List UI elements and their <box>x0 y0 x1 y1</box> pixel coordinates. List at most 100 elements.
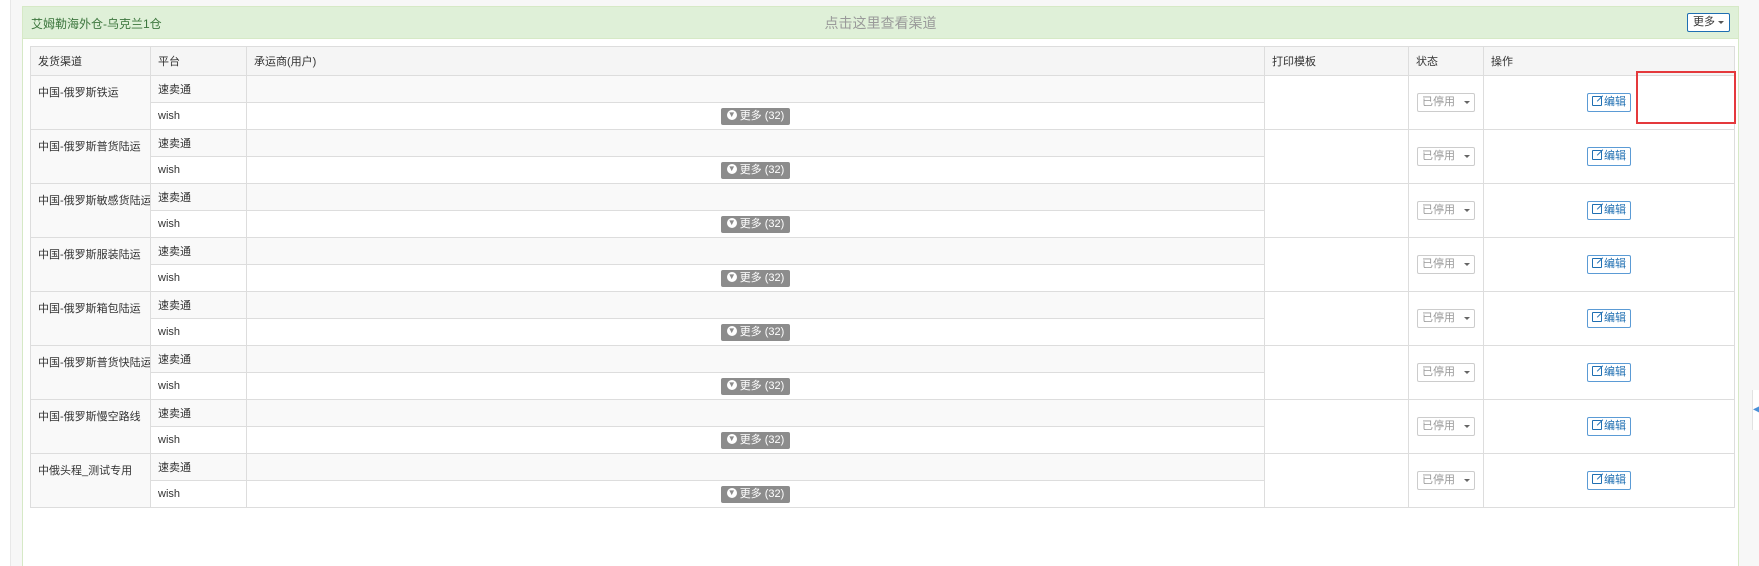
status-dropdown[interactable]: 已停用 <box>1417 417 1475 436</box>
status-dropdown[interactable]: 已停用 <box>1417 363 1475 382</box>
status-dropdown[interactable]: 已停用 <box>1417 93 1475 112</box>
edit-button[interactable]: 编辑 <box>1587 363 1631 382</box>
action-cell: 编辑 <box>1483 183 1735 238</box>
table-row: 中国-俄罗斯铁运 速卖通 已停用 编辑 <box>30 75 1735 130</box>
platform-cell: 速卖通 <box>150 345 247 373</box>
edit-label: 编辑 <box>1604 96 1626 108</box>
expand-more-label: 更多 (32) <box>739 325 785 338</box>
expand-more-label: 更多 (32) <box>739 109 785 122</box>
edit-button[interactable]: 编辑 <box>1587 471 1631 490</box>
carrier-cell: ▼ 更多 (32) <box>246 426 1265 454</box>
caret-down-icon <box>1464 371 1470 374</box>
expand-more-button[interactable]: ▼ 更多 (32) <box>720 377 791 395</box>
more-dropdown-button[interactable]: 更多 <box>1687 13 1730 32</box>
edit-icon <box>1592 366 1602 377</box>
view-channels-link[interactable]: 点击这里查看渠道 <box>23 13 1738 33</box>
panel-header: 艾姆勒海外仓-乌克兰1仓 点击这里查看渠道 更多 <box>23 7 1738 39</box>
caret-down-icon <box>1464 101 1470 104</box>
platform-cell: 速卖通 <box>150 399 247 427</box>
expand-more-button[interactable]: ▼ 更多 (32) <box>720 269 791 287</box>
action-cell: 编辑 <box>1483 129 1735 184</box>
carrier-cell <box>246 399 1265 427</box>
carrier-cell <box>246 291 1265 319</box>
expand-more-button[interactable]: ▼ 更多 (32) <box>720 431 791 449</box>
platform-cell: 速卖通 <box>150 291 247 319</box>
edit-icon <box>1592 312 1602 323</box>
status-label: 已停用 <box>1422 204 1455 216</box>
carrier-cell: ▼ 更多 (32) <box>246 264 1265 292</box>
carrier-cell: ▼ 更多 (32) <box>246 318 1265 346</box>
edit-button[interactable]: 编辑 <box>1587 93 1631 112</box>
platform-cell: wish <box>150 426 247 454</box>
more-label: 更多 <box>1693 16 1715 28</box>
channel-name: 中国-俄罗斯铁运 <box>30 75 151 130</box>
edit-button[interactable]: 编辑 <box>1587 147 1631 166</box>
carrier-cell <box>246 183 1265 211</box>
table-header-row: 发货渠道 平台 承运商(用户) 打印模板 状态 操作 <box>30 46 1735 76</box>
channel-name: 中俄头程_测试专用 <box>30 453 151 508</box>
expand-more-label: 更多 (32) <box>739 163 785 176</box>
table-row: 中国-俄罗斯普货快陆运 速卖通 已停用 编辑 <box>30 345 1735 400</box>
table-row: 中俄头程_测试专用 速卖通 已停用 编辑 <box>30 453 1735 508</box>
edit-button[interactable]: 编辑 <box>1587 309 1631 328</box>
carrier-cell <box>246 75 1265 103</box>
channel-name: 中国-俄罗斯服装陆运 <box>30 237 151 292</box>
carrier-cell: ▼ 更多 (32) <box>246 102 1265 130</box>
platform-cell: 速卖通 <box>150 75 247 103</box>
table-row: 中国-俄罗斯箱包陆运 速卖通 已停用 编辑 <box>30 291 1735 346</box>
carrier-cell: ▼ 更多 (32) <box>246 210 1265 238</box>
edit-label: 编辑 <box>1604 474 1626 486</box>
carrier-cell <box>246 237 1265 265</box>
edit-label: 编辑 <box>1604 258 1626 270</box>
status-cell: 已停用 <box>1408 345 1484 400</box>
edit-label: 编辑 <box>1604 204 1626 216</box>
expand-more-label: 更多 (32) <box>739 433 785 446</box>
status-dropdown[interactable]: 已停用 <box>1417 471 1475 490</box>
expand-more-button[interactable]: ▼ 更多 (32) <box>720 161 791 179</box>
carrier-cell: ▼ 更多 (32) <box>246 156 1265 184</box>
page: 艾姆勒海外仓-乌克兰1仓 点击这里查看渠道 更多 发货渠道 平台 承运商(用户)… <box>0 0 1759 566</box>
expand-more-button[interactable]: ▼ 更多 (32) <box>720 485 791 503</box>
status-dropdown[interactable]: 已停用 <box>1417 201 1475 220</box>
channel-table-wrap: 发货渠道 平台 承运商(用户) 打印模板 状态 操作 中国-俄罗斯铁运 速卖通 <box>30 46 1735 508</box>
template-cell <box>1264 399 1409 454</box>
carrier-cell: ▼ 更多 (32) <box>246 480 1265 508</box>
template-cell <box>1264 129 1409 184</box>
channel-name: 中国-俄罗斯慢空路线 <box>30 399 151 454</box>
template-cell <box>1264 183 1409 238</box>
edit-button[interactable]: 编辑 <box>1587 255 1631 274</box>
circle-arrow-down-icon: ▼ <box>726 379 737 390</box>
template-cell <box>1264 453 1409 508</box>
expand-more-button[interactable]: ▼ 更多 (32) <box>720 215 791 233</box>
action-cell: 编辑 <box>1483 237 1735 292</box>
warehouse-panel: 艾姆勒海外仓-乌克兰1仓 点击这里查看渠道 更多 发货渠道 平台 承运商(用户)… <box>22 6 1739 566</box>
status-dropdown[interactable]: 已停用 <box>1417 147 1475 166</box>
expand-more-button[interactable]: ▼ 更多 (32) <box>720 107 791 125</box>
expand-more-button[interactable]: ▼ 更多 (32) <box>720 323 791 341</box>
carrier-cell <box>246 129 1265 157</box>
platform-cell: 速卖通 <box>150 453 247 481</box>
expand-more-label: 更多 (32) <box>739 487 785 500</box>
caret-down-icon <box>1464 425 1470 428</box>
circle-arrow-down-icon: ▼ <box>726 325 737 336</box>
edit-button[interactable]: 编辑 <box>1587 417 1631 436</box>
channel-name: 中国-俄罗斯普货快陆运 <box>30 345 151 400</box>
edit-button[interactable]: 编辑 <box>1587 201 1631 220</box>
edit-label: 编辑 <box>1604 366 1626 378</box>
status-label: 已停用 <box>1422 312 1455 324</box>
expand-more-label: 更多 (32) <box>739 217 785 230</box>
header-action: 操作 <box>1483 46 1735 76</box>
status-dropdown[interactable]: 已停用 <box>1417 255 1475 274</box>
template-cell <box>1264 291 1409 346</box>
status-dropdown[interactable]: 已停用 <box>1417 309 1475 328</box>
action-cell: 编辑 <box>1483 399 1735 454</box>
header-template: 打印模板 <box>1264 46 1409 76</box>
status-label: 已停用 <box>1422 474 1455 486</box>
edit-icon <box>1592 258 1602 269</box>
status-label: 已停用 <box>1422 366 1455 378</box>
caret-down-icon <box>1464 317 1470 320</box>
carrier-cell <box>246 453 1265 481</box>
status-cell: 已停用 <box>1408 399 1484 454</box>
circle-arrow-down-icon: ▼ <box>726 109 737 120</box>
side-collapse-arrow-icon[interactable]: ◀ <box>1752 390 1759 430</box>
